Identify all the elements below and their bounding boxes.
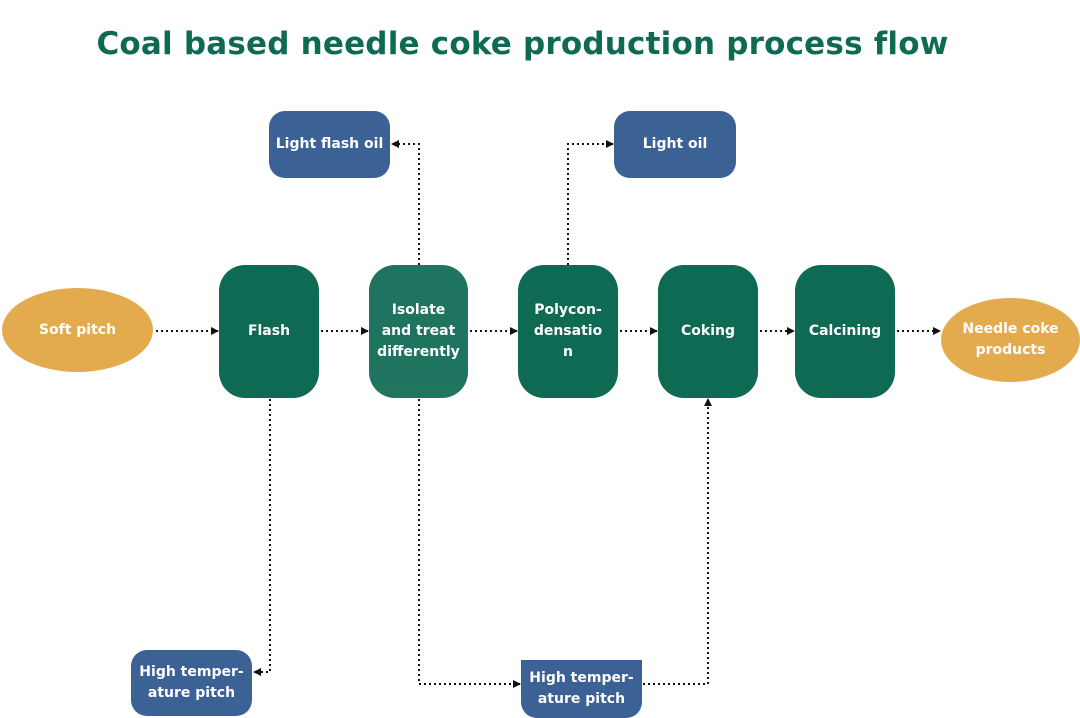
node-high-temperature-pitch-1: High temper-ature pitch	[131, 650, 252, 716]
node-flash: Flash	[219, 265, 319, 398]
arrow-isolate-to-light-flash-oil	[391, 140, 420, 265]
process-flow-diagram: Coal based needle coke production proces…	[0, 0, 1080, 718]
node-light-flash-oil: Light flash oil	[269, 111, 390, 178]
node-light-oil: Light oil	[614, 111, 736, 178]
node-soft-pitch: Soft pitch	[2, 288, 153, 372]
arrow-htp2-to-coking	[643, 398, 712, 685]
arrow-poly-to-light-oil	[567, 140, 614, 265]
node-calcining: Calcining	[795, 265, 895, 398]
arrow-isolate-to-htp2	[418, 399, 521, 688]
node-needle-coke-products: Needle coke products	[941, 298, 1080, 382]
arrow-flash-to-htp1	[253, 399, 271, 676]
node-coking: Coking	[658, 265, 758, 398]
node-polycondensation: Polycon-densation	[518, 265, 618, 398]
node-high-temperature-pitch-2: High temper-ature pitch	[521, 660, 642, 718]
node-isolate: Isolate and treat differently	[369, 265, 468, 398]
